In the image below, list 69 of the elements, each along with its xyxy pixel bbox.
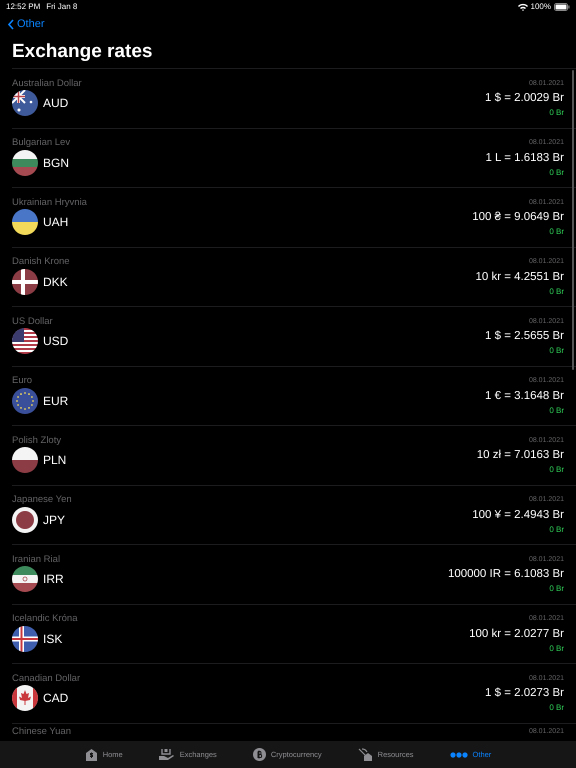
currency-name: Polish Zloty [12,434,62,446]
battery-icon [554,2,570,10]
currency-code: EUR [43,394,68,408]
currency-code: BGN [43,156,70,170]
currency-code: DKK [43,274,68,288]
currency-name: Canadian Dollar [12,672,80,684]
currency-code: IRR [43,572,64,586]
back-link[interactable]: Other [8,18,45,30]
exchange-rate: 100 kr = 2.0277 Br [469,626,564,642]
flag-icon [12,328,38,354]
rate-change: 0 Br [549,227,564,236]
currency-code: PLN [43,453,66,467]
rate-change: 0 Br [549,346,564,355]
rate-change: 0 Br [549,524,564,534]
currency-name: Chinese Yuan [12,726,71,737]
flag-icon [12,685,38,711]
flag-icon [12,268,38,294]
currency-name: Ukrainian Hryvnia [12,196,87,208]
exchange-rate: 1 $ = 2.0029 Br [485,91,564,106]
currency-name: Japanese Yen [12,494,72,505]
rate-change: 0 Br [549,286,564,296]
currency-name: Iranian Rial [12,554,60,564]
more-icon [450,752,468,758]
exchange-rate: 100 ¥ = 2.4943 Br [472,508,564,522]
currency-code: UAH [43,215,68,229]
rate-change: 0 Br [549,703,564,712]
currency-code: CAD [43,691,68,705]
pickaxe-house-icon [358,748,373,761]
exchange-rate: 1 L = 1.6183 Br [485,150,564,166]
flag-icon [12,566,38,592]
status-date: Fri Jan 8 [46,2,78,11]
wifi-icon [518,2,528,10]
currency-code: JPY [43,512,66,526]
chevron-left-icon [8,18,14,30]
currency-name: Danish Krone [12,256,70,267]
bitcoin-icon [252,748,266,761]
exchange-rate: 1 $ = 2.5655 Br [485,329,564,344]
flag-icon [12,209,38,235]
flag-icon [12,150,38,176]
status-time: 12:52 PM [6,2,40,11]
currency-code: USD [43,334,68,348]
rate-change: 0 Br [549,406,564,414]
rate-change: 0 Br [549,465,564,474]
exchange-rate: 100 ₴ = 9.0649 Br [472,210,564,225]
currency-name: Euro [12,375,32,386]
exchange-rate: 10 zł = 7.0163 Br [476,448,564,463]
currency-name: Australian Dollar [12,78,82,88]
rate-change: 0 Br [549,108,564,117]
exchange-rate: 100000 IR = 6.1083 Br [448,567,564,582]
flag-icon [12,506,38,532]
flag-icon [12,90,38,116]
battery-percent: 100% [530,2,551,11]
hand-box-icon [158,748,175,761]
currency-code: AUD [43,96,68,110]
exchange-rate: 10 kr = 4.2551 Br [475,270,564,284]
rate-change: 0 Br [549,168,564,176]
currency-name: Bulgarian Lev [12,137,70,148]
exchange-rate: 1 € = 3.1648 Br [485,388,564,404]
page-title: Exchange rates [12,40,154,64]
rate-change: 0 Br [549,644,564,652]
flag-icon [12,626,38,652]
flag-icon [12,447,38,473]
rate-change: 0 Br [549,584,564,593]
currency-code: ISK [43,632,62,646]
flag-icon [12,388,38,414]
house-dollar-icon [84,748,98,761]
currency-name: US Dollar [12,316,53,326]
exchange-rate: 1 $ = 2.0273 Br [485,686,564,701]
currency-name: Icelandic Króna [12,613,78,624]
